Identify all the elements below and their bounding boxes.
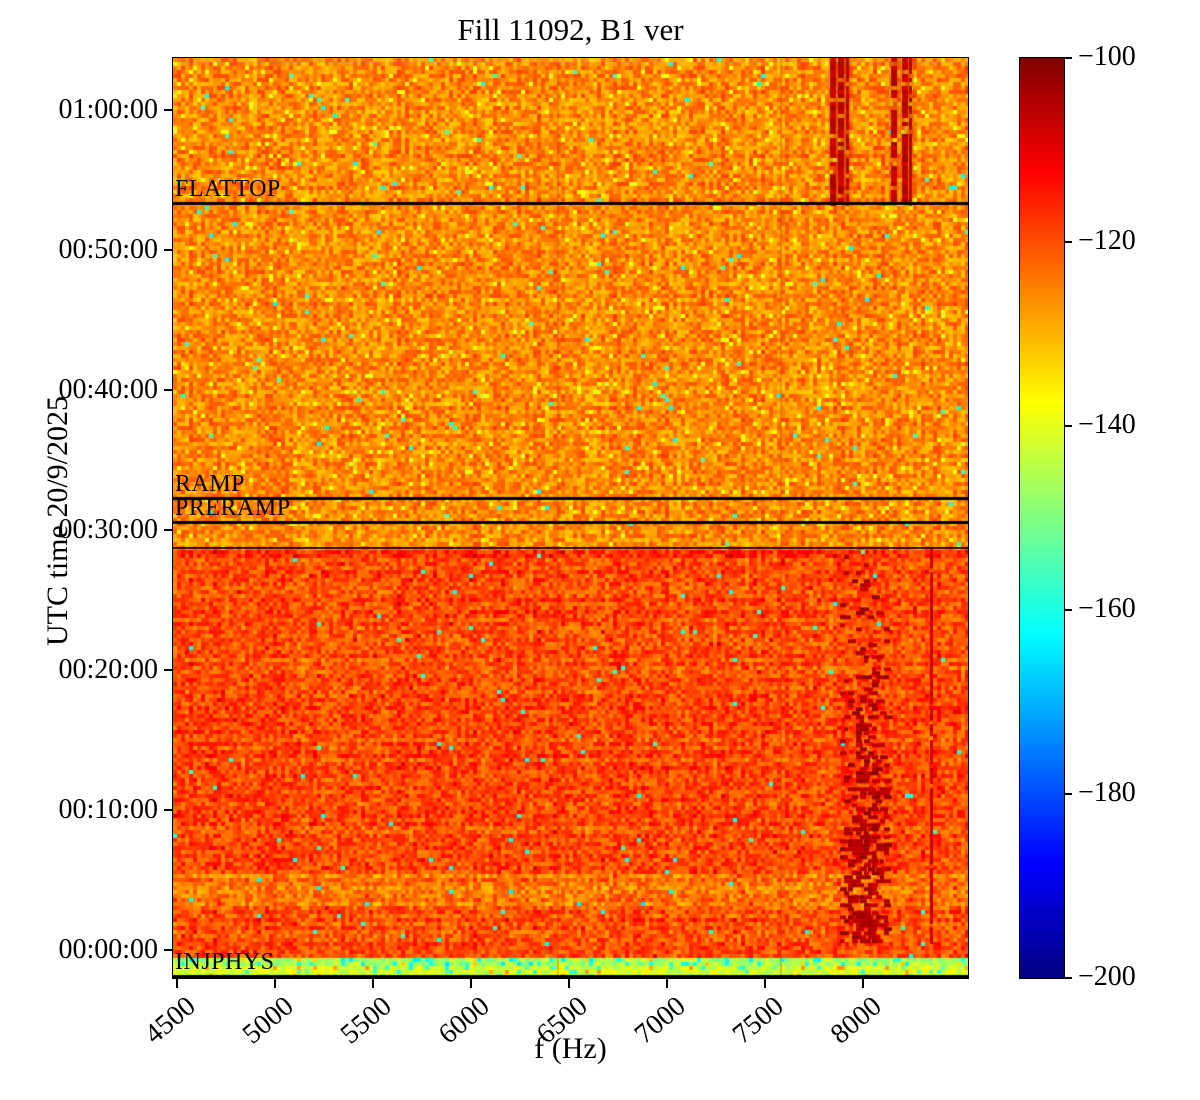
colorbar-tick-label: −120 — [1078, 227, 1136, 255]
beam-mode-label-flattop: FLATTOP — [175, 177, 281, 201]
x-tick-mark — [568, 979, 570, 988]
beam-mode-label-ramp: RAMP — [175, 472, 245, 496]
y-tick-mark — [164, 389, 172, 391]
colorbar-tick-label: −100 — [1078, 43, 1136, 71]
x-tick-mark — [862, 979, 864, 988]
y-tick-mark — [164, 249, 172, 251]
y-tick-label: 00:30:00 — [28, 516, 158, 544]
beam-mode-label-preramp: PRERAMP — [175, 496, 291, 520]
y-tick-label: 01:00:00 — [28, 96, 158, 124]
x-tick-mark — [372, 979, 374, 988]
colorbar-tick-mark — [1064, 793, 1072, 795]
figure-root: Fill 11092, B1 ver UTC time 20/9/2025 01… — [0, 0, 1200, 1100]
x-tick-mark — [764, 979, 766, 988]
y-tick-label: 00:50:00 — [28, 236, 158, 264]
colorbar-tick-label: −160 — [1078, 595, 1136, 623]
y-tick-label: 00:00:00 — [28, 936, 158, 964]
spectrogram-heatmap — [172, 57, 969, 979]
plot-title: Fill 11092, B1 ver — [173, 12, 968, 48]
y-tick-label: 00:10:00 — [28, 796, 158, 824]
y-tick-mark — [164, 949, 172, 951]
colorbar-tick-label: −180 — [1078, 779, 1136, 807]
x-tick-mark — [470, 979, 472, 988]
x-tick-mark — [666, 979, 668, 988]
colorbar — [1019, 57, 1065, 979]
x-axis-label: f (Hz) — [173, 1032, 968, 1066]
y-tick-label: 00:40:00 — [28, 376, 158, 404]
y-tick-mark — [164, 809, 172, 811]
colorbar-tick-label: −200 — [1078, 963, 1136, 991]
y-tick-label: 00:20:00 — [28, 656, 158, 684]
colorbar-tick-label: −140 — [1078, 411, 1136, 439]
beam-mode-label-injphys: INJPHYS — [175, 950, 275, 974]
colorbar-tick-mark — [1064, 977, 1072, 979]
y-tick-mark — [164, 669, 172, 671]
x-tick-mark — [274, 979, 276, 988]
colorbar-tick-mark — [1064, 57, 1072, 59]
x-tick-mark — [176, 979, 178, 988]
y-tick-mark — [164, 529, 172, 531]
y-tick-mark — [164, 109, 172, 111]
colorbar-tick-mark — [1064, 609, 1072, 611]
colorbar-tick-mark — [1064, 241, 1072, 243]
colorbar-tick-mark — [1064, 425, 1072, 427]
